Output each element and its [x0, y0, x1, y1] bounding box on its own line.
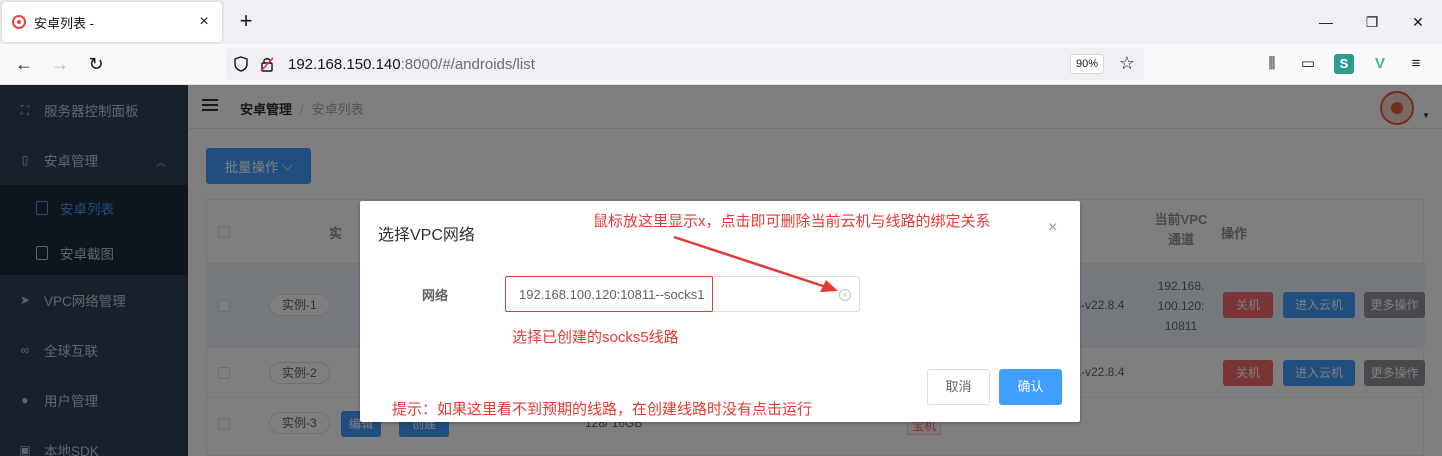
url-path: :8000/#/androids/list [400, 56, 535, 73]
annotation-top: 鼠标放这里显示x，点击即可删除当前云机与线路的绑定关系 [593, 213, 991, 230]
site-favicon-icon [12, 15, 26, 29]
new-tab-button[interactable]: + [234, 10, 258, 34]
browser-nav-bar: ← → ↻ 192.168.150.140:8000/#/androids/li… [0, 44, 1442, 85]
window-close-icon[interactable]: ✕ [1406, 10, 1430, 34]
url-host: 192.168.150.140 [288, 56, 401, 73]
minimize-icon[interactable]: — [1314, 10, 1338, 34]
back-arrow-icon[interactable]: ← [12, 52, 36, 76]
vue-devtools-icon[interactable]: V [1370, 54, 1390, 74]
confirm-button[interactable]: 确认 [999, 369, 1062, 405]
browser-tab-bar: 安卓列表 - × + — ❐ ✕ [0, 0, 1442, 44]
cancel-button[interactable]: 取消 [927, 369, 990, 405]
reload-icon[interactable]: ↻ [84, 52, 108, 76]
forward-arrow-icon[interactable]: → [48, 52, 72, 76]
tab-close-icon[interactable]: × [196, 14, 212, 30]
annotation-highlight-box [505, 276, 713, 312]
app-menu-icon[interactable]: ≡ [1406, 54, 1426, 74]
library-icon[interactable]: ⫼ [1262, 54, 1282, 74]
dialog-close-icon[interactable]: × [1048, 219, 1057, 237]
restore-icon[interactable]: ❐ [1360, 10, 1384, 34]
annotation-bottom: 提示：如果这里看不到预期的线路，在创建线路时没有点击运行 [392, 401, 813, 418]
browser-tab[interactable]: 安卓列表 - × [2, 2, 222, 42]
sidebar-toggle-icon[interactable]: ▭ [1298, 54, 1318, 74]
dialog-title: 选择VPC网络 [378, 227, 475, 244]
shield-icon[interactable] [234, 56, 248, 72]
url-bar[interactable]: 192.168.150.140:8000/#/androids/list 90%… [226, 48, 1144, 80]
extension-s-icon[interactable]: S [1334, 54, 1354, 74]
vpc-select-dialog: 选择VPC网络 × 网络 192.168.100.120:10811--sock… [360, 201, 1080, 422]
tab-title: 安卓列表 - [34, 15, 94, 31]
annotation-middle: 选择已创建的socks5线路 [512, 329, 679, 346]
url-text: 192.168.150.140:8000/#/androids/list [288, 56, 535, 73]
insecure-lock-icon[interactable] [260, 56, 274, 72]
network-label: 网络 [422, 288, 449, 303]
bookmark-star-icon[interactable]: ☆ [1116, 52, 1138, 74]
clear-icon[interactable]: × [839, 289, 851, 301]
zoom-level-badge[interactable]: 90% [1070, 54, 1104, 74]
